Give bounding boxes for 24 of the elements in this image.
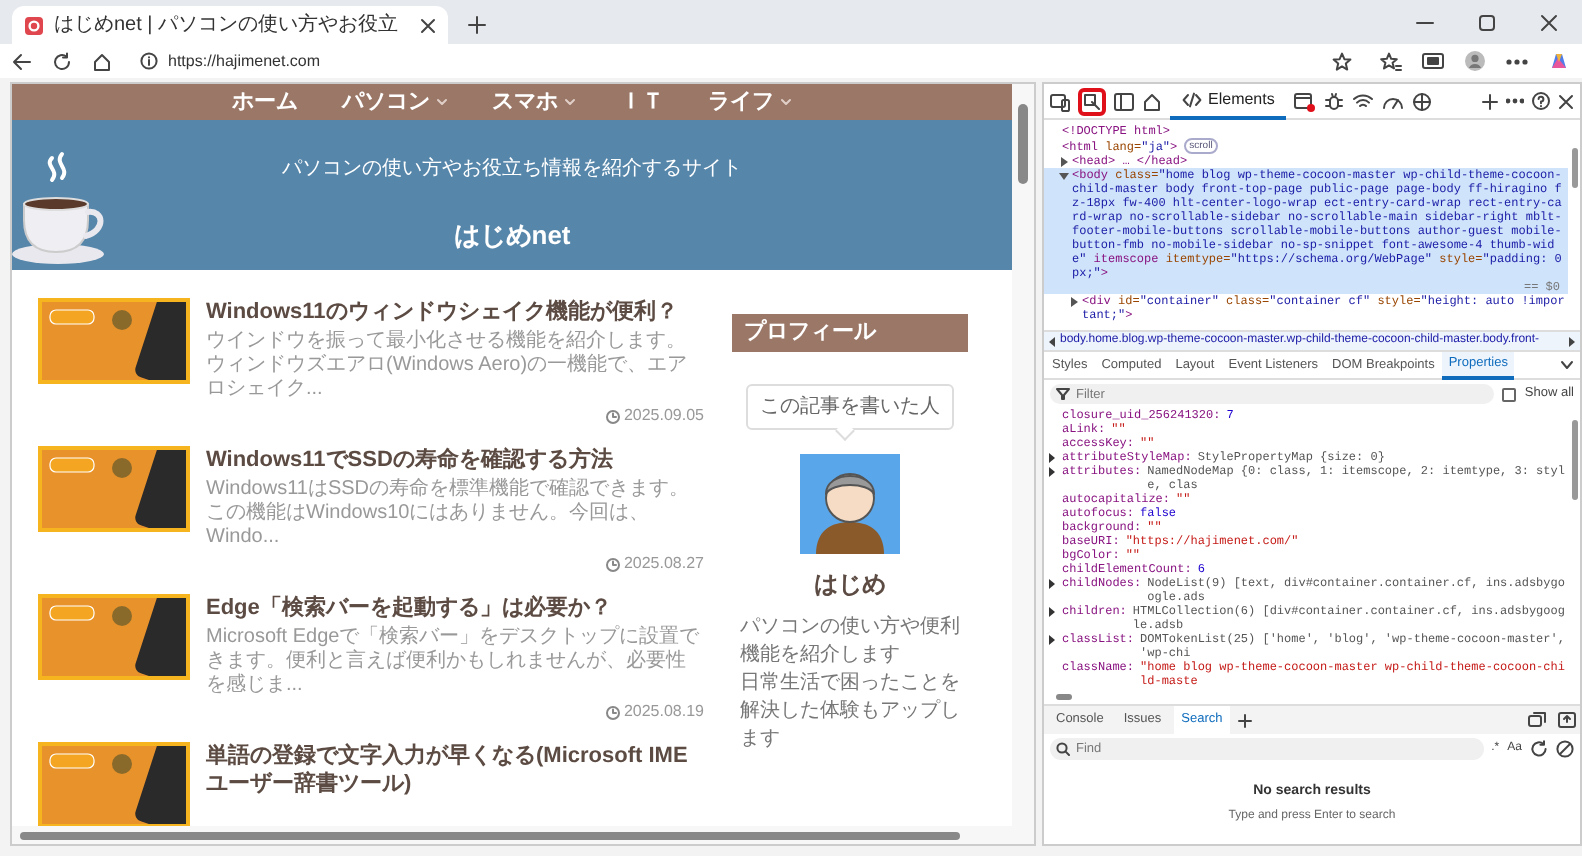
speech-bubble: この記事を書いた人 bbox=[746, 384, 954, 430]
article-excerpt: Microsoft Edgeで「検索バー」をデスクトップに設置できます。便利と言えば便利かもしれませんが、必要性を感じま... bbox=[206, 626, 702, 698]
author-name: はじめ bbox=[814, 568, 886, 602]
browser-tab[interactable]: はじめnet | パソコンの使い方やお役立 bbox=[12, 6, 449, 44]
article-excerpt: Windows11はSSDの寿命を標準機能で確認できます。この機能はWindows10にはありません。今回は、Windo... bbox=[206, 478, 692, 550]
article-date: 2025.09.05 bbox=[623, 404, 704, 428]
nav-link[interactable]: ライフ bbox=[708, 85, 792, 119]
bio-text: 日常生活で困ったことを解決した体験もアップします bbox=[740, 670, 960, 754]
bio-text: パソコンの使い方や便利機能を紹介します bbox=[740, 614, 960, 670]
article-title[interactable]: 単語の登録で文字入力が早くなる(Microsoft IME ユーザー辞書ツール) bbox=[206, 742, 704, 798]
article-title[interactable]: Edge「検索バーを起動する」は必要か？ bbox=[206, 594, 704, 622]
nav-link[interactable]: パソコン bbox=[342, 85, 448, 119]
article-title[interactable]: Windows11のウィンドウシェイク機能が便利？ bbox=[206, 298, 704, 326]
article-title[interactable]: Windows11でSSDの寿命を確認する方法 bbox=[206, 446, 704, 474]
nav-link[interactable]: スマホ bbox=[492, 85, 576, 119]
article-excerpt: ウインドウを振って最小化させる機能を紹介します。ウィンドウズエアロ(Windows Aero)の一機能で、エアロシェイク... bbox=[206, 330, 690, 402]
site-title[interactable]: はじめnet bbox=[453, 215, 571, 254]
sidebar-heading: プロフィール bbox=[732, 314, 968, 352]
nav-link[interactable]: ホーム bbox=[232, 85, 298, 119]
nav-link[interactable]: ＩＴ bbox=[620, 85, 664, 119]
site-tagline: パソコンの使い方やお役立ち情報を紹介するサイト bbox=[282, 155, 742, 184]
elements-tab[interactable]: Elements bbox=[1170, 84, 1287, 119]
article-date: 2025.08.27 bbox=[623, 552, 704, 576]
article-date: 2025.08.19 bbox=[623, 700, 704, 724]
